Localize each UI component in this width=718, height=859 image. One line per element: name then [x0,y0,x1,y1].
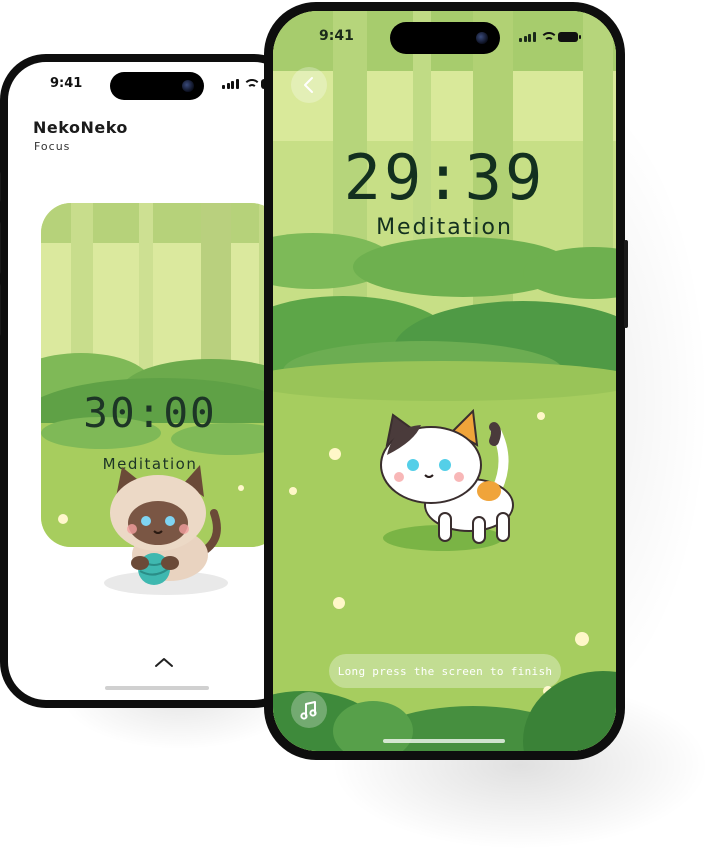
status-time: 9:41 [319,28,354,44]
card-timer: 30:00 [83,389,217,437]
signal-icon [519,32,536,42]
back-phone-frame: 9:41 NekoNeko Focus 30:00 Meditation [0,54,300,708]
phone-side-button [0,284,1,336]
session-mode-label: Meditation [376,215,513,240]
dynamic-island [390,22,500,54]
app-subtitle: Focus [34,140,71,153]
status-icons [519,32,581,42]
long-press-hint: Long press the screen to finish [329,654,561,688]
home-indicator [383,739,505,743]
status-bar: 9:41 [8,62,292,104]
siamese-cat-illustration [104,465,228,595]
countdown-timer: 29:39 [343,141,546,214]
music-button[interactable] [291,692,327,728]
chevron-left-icon [304,77,313,93]
home-indicator [105,686,209,690]
battery-icon [557,32,581,42]
phone-side-button [624,240,628,328]
signal-icon [222,79,239,89]
phone-side-button [0,172,1,202]
music-note-icon [300,701,317,720]
app-title: NekoNeko [33,118,128,137]
calico-cat-illustration [380,409,514,544]
chevron-up-icon[interactable] [154,656,174,668]
camera-icon [182,80,194,92]
back-button[interactable] [291,67,327,103]
front-phone-screen[interactable]: 9:41 29:39 Meditation Long press the scr… [273,11,616,751]
back-phone-screen: 9:41 NekoNeko Focus 30:00 Meditation [8,62,292,700]
status-time: 9:41 [50,76,83,91]
status-bar: 9:41 [273,11,616,61]
wifi-icon [539,32,558,42]
dynamic-island [110,72,204,100]
phone-side-button [0,222,1,274]
camera-icon [476,32,488,44]
front-phone-frame: 9:41 29:39 Meditation Long press the scr… [264,2,628,760]
wifi-icon [242,79,261,89]
forest-scene-illustration [273,11,616,751]
